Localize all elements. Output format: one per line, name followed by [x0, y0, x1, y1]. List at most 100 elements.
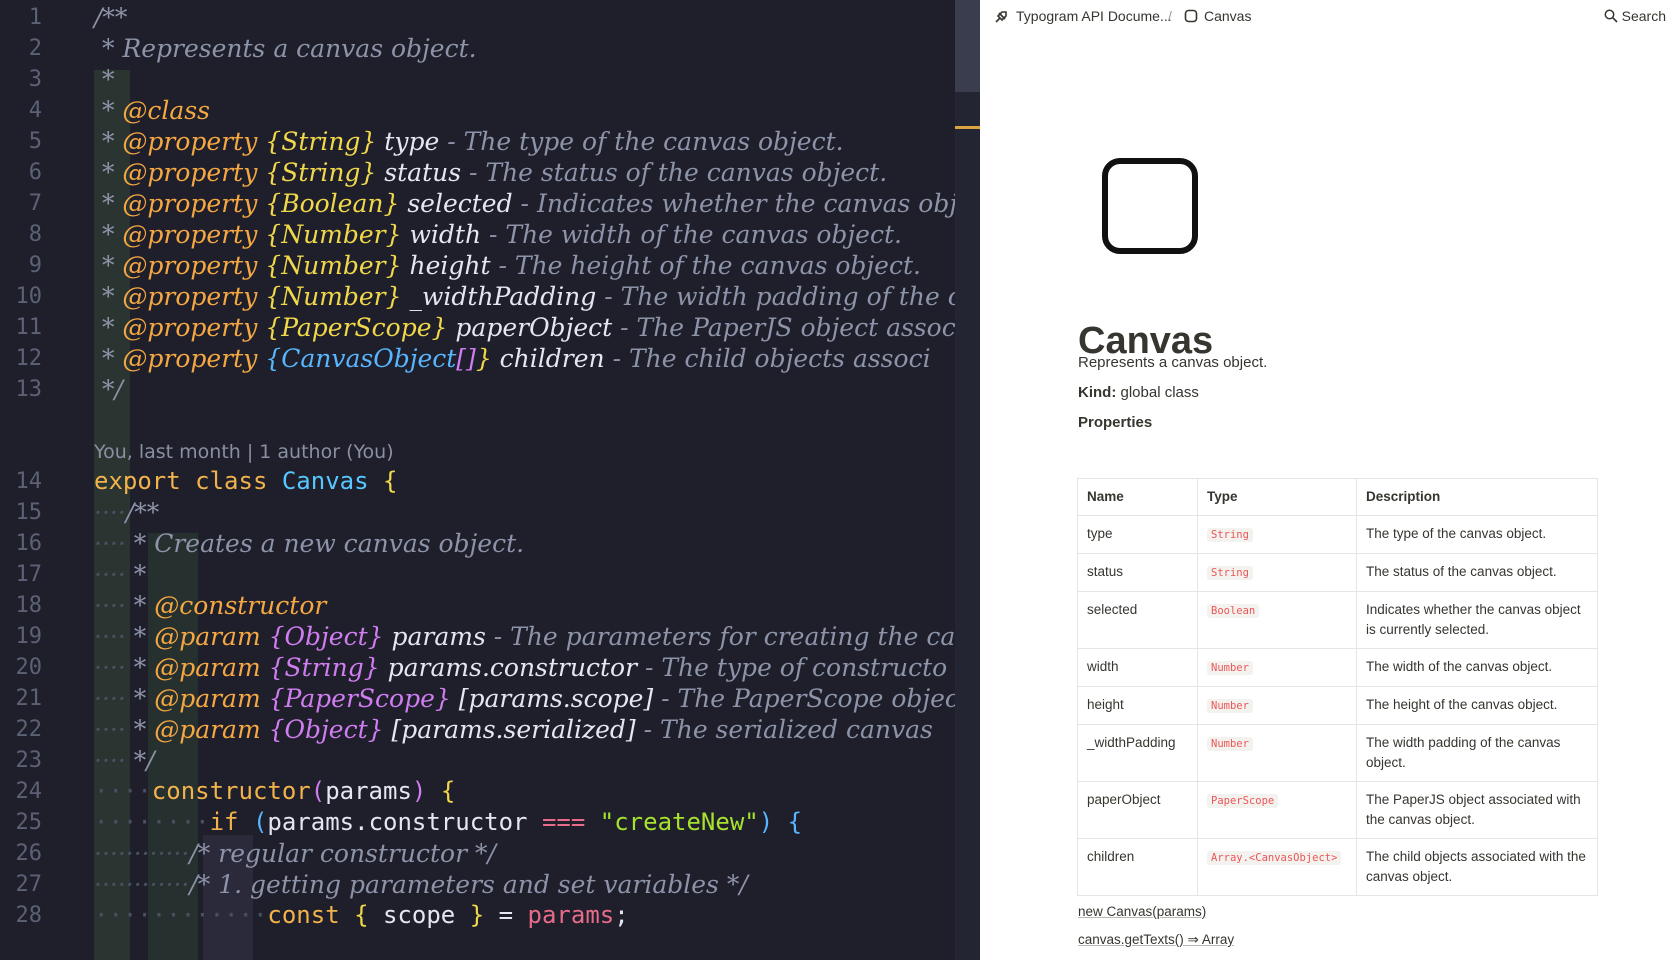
property-description: The status of the canvas object.: [1356, 553, 1598, 592]
line-number: 1: [28, 5, 42, 30]
code-line[interactable]: ···· * @param {PaperScope} [params.scope…: [94, 682, 969, 715]
property-name: type: [1077, 515, 1198, 554]
line-number: 10: [15, 284, 43, 309]
line-number: 18: [15, 593, 43, 618]
property-description: The PaperJS object associated with the c…: [1356, 781, 1598, 839]
code-line[interactable]: ············const { scope } = params;: [94, 899, 629, 932]
editor-scrollbar[interactable]: [955, 0, 980, 960]
property-type-cell: Array.<CanvasObject>: [1197, 838, 1357, 896]
workspace-icon: [994, 6, 1010, 26]
code-editor[interactable]: 1 2 3 4 5 6 7 8 9 10 11 12 13 14 15 16 17 18 19 20 21 22 23 24 2…: [0, 0, 980, 960]
code-line[interactable]: ···· * Creates a new canvas object.: [94, 527, 524, 560]
table-row: type String The type of the canvas object.: [1077, 515, 1598, 554]
property-type: Array.<CanvasObject>: [1207, 851, 1342, 865]
table-row: selected Boolean Indicates whether the can…: [1077, 591, 1598, 649]
line-number: 15: [15, 500, 43, 525]
docs-panel: Typogram API Docume... / Canvas Search C…: [980, 0, 1676, 960]
property-type: String: [1207, 528, 1253, 542]
table-row: width Number The width of the canvas objec…: [1077, 648, 1598, 687]
get-texts-link[interactable]: canvas.getTexts() ⇒ Array: [1078, 932, 1234, 948]
line-number: 11: [15, 315, 43, 340]
code-line[interactable]: export class Canvas {: [94, 465, 397, 498]
breadcrumb-page[interactable]: Canvas: [1204, 6, 1251, 26]
code-line[interactable]: ····/**: [94, 496, 159, 529]
line-number: 27: [15, 872, 43, 897]
table-row: paperObject PaperScope The PaperJS object …: [1077, 781, 1598, 839]
line-number: 7: [28, 191, 42, 216]
code-line[interactable]: ···· *: [94, 558, 146, 591]
line-number: 6: [28, 160, 42, 185]
table-header: Description: [1356, 478, 1598, 516]
property-name: _widthPadding: [1077, 724, 1198, 782]
line-number: 24: [15, 779, 43, 804]
line-number: 20: [15, 655, 43, 680]
line-number: 16: [15, 531, 43, 556]
table-header-row: Name Type Description: [1077, 478, 1598, 516]
table-row: children Array.<CanvasObject> The child ob…: [1077, 838, 1598, 896]
line-number: 19: [15, 624, 43, 649]
line-number: 8: [28, 222, 42, 247]
property-type: Number: [1207, 661, 1253, 675]
property-type-cell: Number: [1197, 686, 1357, 725]
line-number: 9: [28, 253, 42, 278]
properties-heading: Properties: [1078, 414, 1153, 431]
property-type: PaperScope: [1207, 794, 1279, 808]
property-name: children: [1077, 838, 1198, 896]
code-line[interactable]: ···· */: [94, 744, 155, 777]
property-type: Number: [1207, 699, 1253, 713]
line-number: 25: [15, 810, 43, 835]
line-number: 13: [15, 377, 43, 402]
line-number: 26: [15, 841, 43, 866]
property-name: width: [1077, 648, 1198, 687]
property-type-cell: PaperScope: [1197, 781, 1357, 839]
code-line[interactable]: ···· * @constructor: [94, 589, 326, 622]
property-description: The child objects associated with the ca…: [1356, 838, 1598, 896]
page-icon[interactable]: [1102, 158, 1198, 254]
line-number: 21: [15, 686, 43, 711]
property-type-cell: Number: [1197, 648, 1357, 687]
property-description: The width padding of the canvas object.: [1356, 724, 1598, 782]
top-bar: Typogram API Docume... / Canvas Search: [980, 0, 1676, 34]
line-number: 28: [15, 903, 43, 928]
property-name: status: [1077, 553, 1198, 592]
property-type-cell: Number: [1197, 724, 1357, 782]
line-number: 22: [15, 717, 43, 742]
code-area-class[interactable]: export class Canvas { ····/** ···· * Cre…: [94, 0, 980, 960]
property-type: Boolean: [1207, 604, 1260, 618]
page-description: Represents a canvas object.: [1078, 354, 1268, 371]
code-line[interactable]: ····constructor(params) {: [94, 775, 455, 808]
scrollbar-marker: [955, 126, 980, 129]
code-line[interactable]: ···· * @param {Object} params - The para…: [94, 620, 955, 653]
property-type: Number: [1207, 737, 1253, 751]
property-name: height: [1077, 686, 1198, 725]
line-number: 4: [28, 98, 42, 123]
line-number-gutter: 1 2 3 4 5 6 7 8 9 10 11 12 13 14 15 16 17 18 19 20 21 22 23 24 2…: [0, 0, 72, 960]
property-type-cell: String: [1197, 515, 1357, 554]
line-number: 3: [28, 67, 42, 92]
table-row: height Number The height of the canvas obj…: [1077, 686, 1598, 725]
property-name: paperObject: [1077, 781, 1198, 839]
table-row: status String The status of the canvas obj…: [1077, 553, 1598, 592]
property-name: selected: [1077, 591, 1198, 649]
code-line[interactable]: ········if (params.constructor === "crea…: [94, 806, 802, 839]
breadcrumb-workspace[interactable]: Typogram API Docume...: [1016, 6, 1172, 26]
code-line[interactable]: ···· * @param {Object} [params.serialize…: [94, 713, 933, 746]
breadcrumb-separator: /: [1168, 8, 1172, 24]
code-line[interactable]: ···· * @param {String} params.constructo…: [94, 651, 947, 684]
line-number: 23: [15, 748, 43, 773]
search-button[interactable]: Search: [1604, 6, 1666, 26]
line-number: 5: [28, 129, 42, 154]
constructor-link[interactable]: new Canvas(params): [1078, 904, 1206, 919]
scrollbar-thumb[interactable]: [955, 0, 980, 92]
code-line[interactable]: ············/* regular constructor */: [94, 837, 496, 870]
code-line[interactable]: ············/* 1. getting parameters and…: [94, 868, 748, 901]
line-number: 17: [15, 562, 43, 587]
property-description: The width of the canvas object.: [1356, 648, 1598, 687]
table-header: Type: [1197, 478, 1357, 516]
property-description: The type of the canvas object.: [1356, 515, 1598, 554]
line-number: 2: [28, 36, 42, 61]
table-header: Name: [1077, 478, 1198, 516]
kind-line: Kind: global class: [1078, 384, 1199, 401]
page-outline-icon: [1184, 6, 1198, 26]
search-icon: [1604, 9, 1618, 23]
